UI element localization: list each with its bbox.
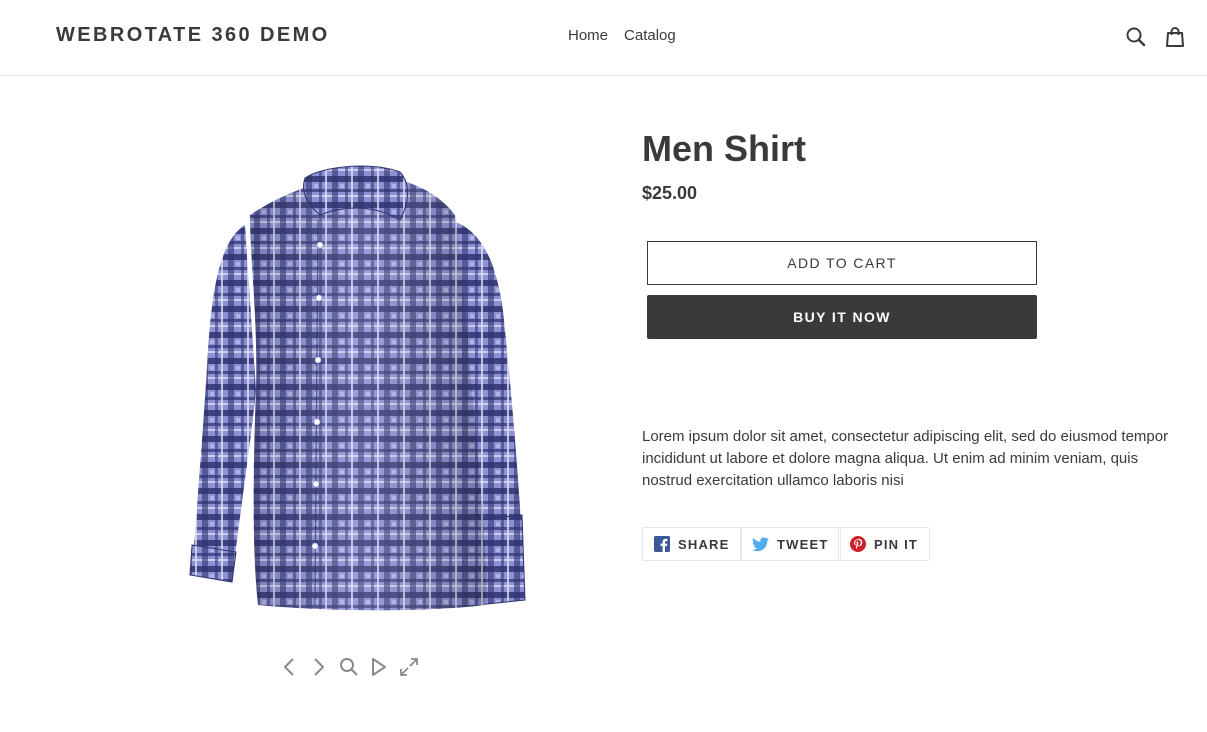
- site-header: WEBROTATE 360 DEMO Home Catalog: [0, 0, 1207, 76]
- facebook-icon: [654, 536, 670, 552]
- nav-home[interactable]: Home: [560, 27, 616, 44]
- share-facebook-button[interactable]: SHARE: [642, 527, 742, 561]
- share-pinterest-button[interactable]: PIN IT: [838, 527, 931, 561]
- share-pinterest-label: PIN IT: [874, 536, 919, 552]
- twitter-icon: [752, 536, 769, 551]
- add-to-cart-button[interactable]: ADD TO CART: [647, 241, 1037, 285]
- product-price: $25.00: [642, 183, 698, 203]
- product-description: Lorem ipsum dolor sit amet, consectetur …: [642, 428, 1169, 489]
- share-twitter-button[interactable]: TWEET: [740, 527, 841, 561]
- search-icon[interactable]: [1125, 26, 1147, 48]
- product-title: Men Shirt: [642, 128, 807, 169]
- zoom-icon[interactable]: [338, 654, 360, 680]
- share-twitter-label: TWEET: [777, 536, 829, 552]
- viewer-controls: [278, 654, 420, 680]
- product-360-viewer[interactable]: [150, 150, 570, 620]
- fullscreen-icon[interactable]: [398, 654, 420, 680]
- cart-icon[interactable]: [1164, 26, 1186, 48]
- chevron-right-icon[interactable]: [308, 654, 330, 680]
- nav-catalog[interactable]: Catalog: [616, 27, 684, 44]
- share-facebook-label: SHARE: [678, 536, 730, 552]
- chevron-left-icon[interactable]: [278, 654, 300, 680]
- shirt-image: [189, 165, 526, 611]
- pinterest-icon: [850, 536, 866, 552]
- play-icon[interactable]: [368, 654, 390, 680]
- main-nav: Home Catalog: [560, 27, 684, 44]
- buy-it-now-button[interactable]: BUY IT NOW: [647, 295, 1037, 339]
- site-logo[interactable]: WEBROTATE 360 DEMO: [56, 24, 330, 47]
